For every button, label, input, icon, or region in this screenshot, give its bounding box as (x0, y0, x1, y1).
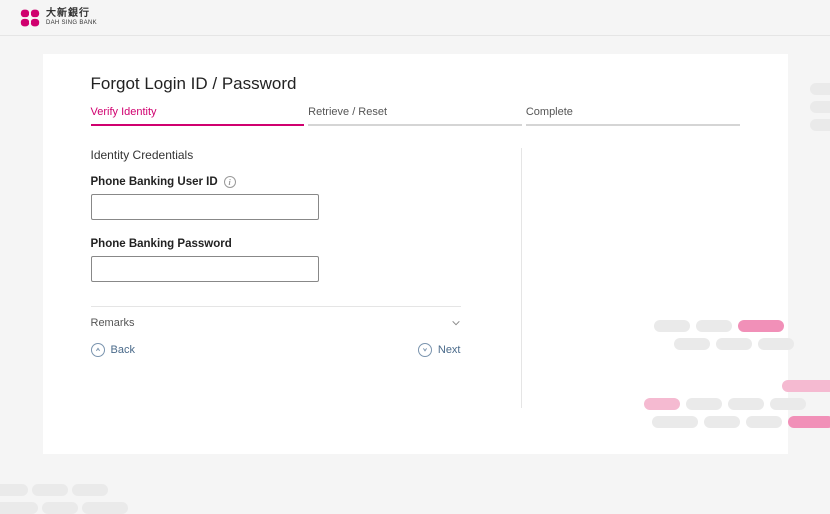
brand-logo-icon (20, 8, 40, 28)
progress-steps: Verify Identity Retrieve / Reset Complet… (91, 106, 740, 126)
phone-banking-user-id-input[interactable] (91, 194, 319, 220)
vertical-divider (521, 148, 522, 408)
decorative-shapes-bottom-left (0, 470, 160, 510)
app-header: 大新銀行 DAH SING BANK (0, 0, 830, 36)
label-text-phone-banking-user-id: Phone Banking User ID (91, 176, 218, 188)
remarks-label: Remarks (91, 317, 135, 329)
chevron-down-icon (451, 318, 461, 328)
label-text-phone-banking-password: Phone Banking Password (91, 238, 232, 250)
label-phone-banking-password: Phone Banking Password (91, 238, 461, 250)
back-arrow-icon (91, 343, 105, 357)
back-label: Back (111, 344, 135, 356)
label-phone-banking-user-id: Phone Banking User ID i (91, 176, 461, 188)
page-title: Forgot Login ID / Password (91, 74, 740, 94)
step-complete: Complete (526, 106, 740, 126)
back-button[interactable]: Back (91, 343, 135, 357)
brand-logo-text: 大新銀行 DAH SING BANK (46, 9, 97, 26)
phone-banking-password-input[interactable] (91, 256, 319, 282)
step-verify-identity: Verify Identity (91, 106, 305, 126)
brand-name-en: DAH SING BANK (46, 20, 97, 26)
next-label: Next (438, 344, 461, 356)
info-icon[interactable]: i (224, 176, 236, 188)
main-card: Forgot Login ID / Password Verify Identi… (43, 54, 788, 454)
next-arrow-icon (418, 343, 432, 357)
decorative-shapes-top-right (790, 83, 830, 143)
step-retrieve-reset: Retrieve / Reset (308, 106, 522, 126)
remarks-toggle[interactable]: Remarks (91, 306, 461, 329)
brand-name-zh: 大新銀行 (46, 9, 97, 19)
next-button[interactable]: Next (418, 343, 461, 357)
section-title-credentials: Identity Credentials (91, 148, 461, 162)
